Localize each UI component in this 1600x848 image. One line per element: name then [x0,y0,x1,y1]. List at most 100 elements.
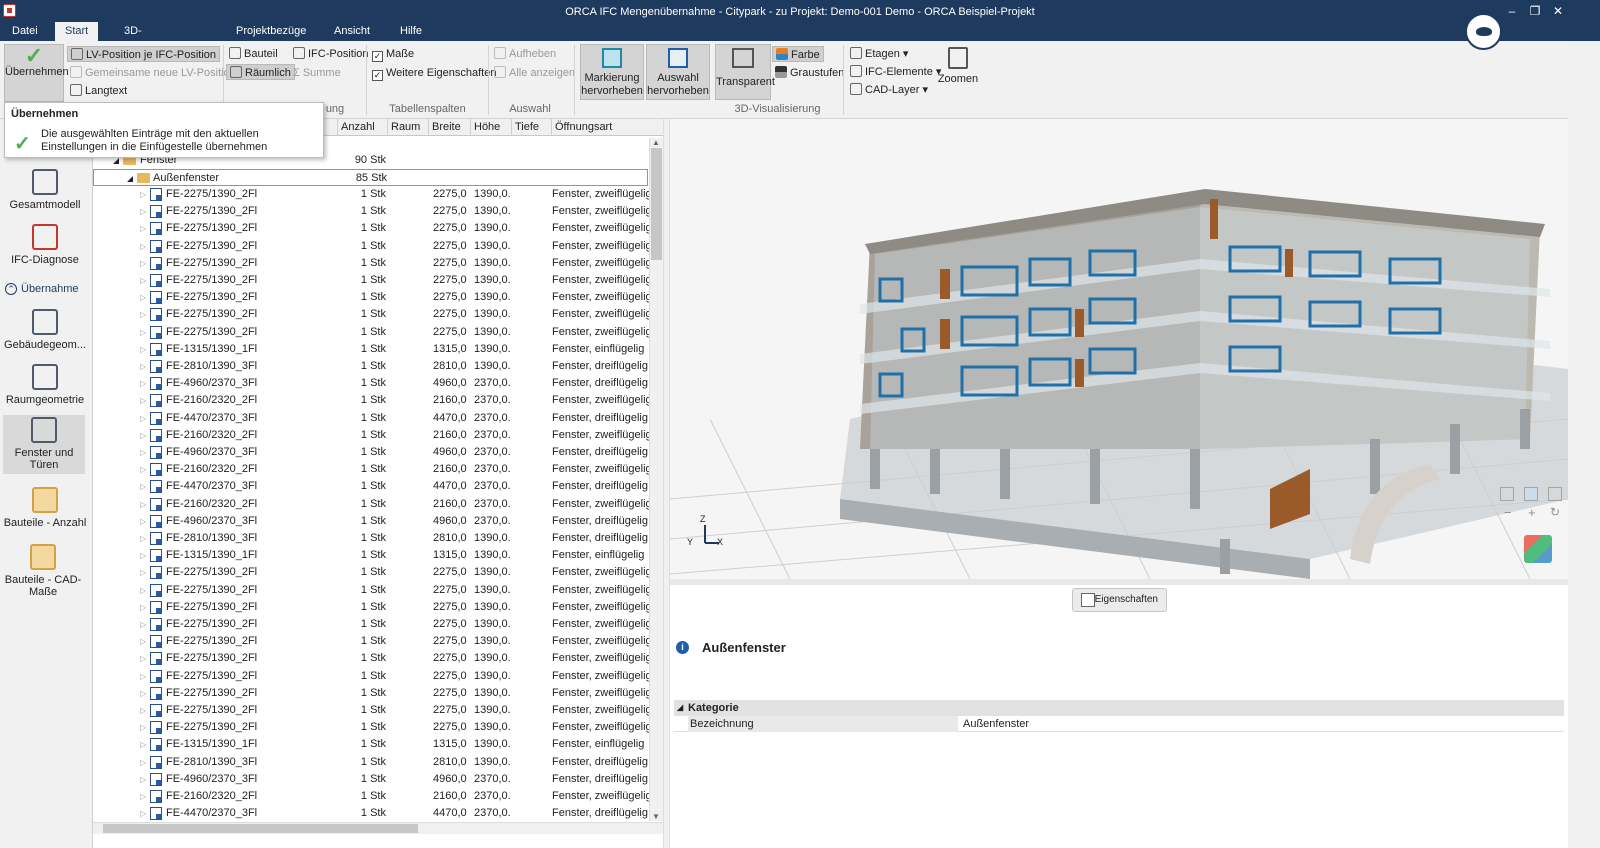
zoom-in-icon[interactable]: + [1528,505,1536,520]
scroll-thumb[interactable] [651,148,662,260]
close-icon[interactable]: ✕ [1549,4,1567,18]
table-row[interactable]: ▷ FE-2160/2320_2Fl 1 Stk 2160,0... 2370,0...… [93,392,652,409]
scroll-down-icon[interactable]: ▼ [652,812,660,821]
expand-icon[interactable]: ▷ [140,719,146,736]
expand-icon[interactable]: ▷ [140,220,146,237]
table-row[interactable]: ▷ FE-4960/2370_3Fl 1 Stk 4960,0... 2370,0...… [93,513,648,530]
table-row[interactable]: ▷ FE-2275/1390_2Fl 1 Stk 2275,0... 1390,0...… [93,306,652,323]
table-row[interactable]: ▷ FE-2275/1390_2Fl 1 Stk 2275,0... 1390,0...… [93,582,652,599]
table-row[interactable]: ▷ FE-2160/2320_2Fl 1 Stk 2160,0... 2370,0...… [93,788,652,805]
expand-icon[interactable]: ▷ [140,203,146,220]
expand-icon[interactable]: ▷ [140,289,146,306]
weitere-eigenschaften-checkbox[interactable]: ✓ Weitere Eigenschaften [372,65,496,81]
expand-icon[interactable]: ▷ [140,685,146,702]
table-row[interactable]: ▷ FE-2810/1390_3Fl 1 Stk 2810,0... 1390,0...… [93,530,648,547]
lv-position-button[interactable]: LV-Position je IFC-Position [67,46,221,62]
vertical-scrollbar[interactable]: ▲ ▼ [649,138,663,821]
col-oeffnungsart[interactable]: Öffnungsart [551,119,663,136]
scroll-up-icon[interactable]: ▲ [652,138,660,147]
zoomen-button[interactable]: Zoomen [937,44,979,94]
table-row[interactable]: ▷ FE-2275/1390_2Fl 1 Stk 2275,0... 1390,0...… [93,719,652,736]
horizontal-scrollbar[interactable] [93,822,663,834]
sidebar-item-bauteile-cad[interactable]: Bauteile - CAD-Maße [4,544,82,598]
sidebar-item-raumgeometrie[interactable]: Raumgeometrie [0,364,90,406]
table-row[interactable]: ▷ FE-2810/1390_3Fl 1 Stk 2810,0... 1390,0...… [93,358,648,375]
expand-icon[interactable]: ▷ [140,771,146,788]
expand-icon[interactable]: ▷ [140,306,146,323]
expand-icon[interactable]: ▷ [140,547,146,564]
col-hoehe[interactable]: Höhe [470,119,511,136]
markierung-hervorheben-button[interactable]: Markierung hervorheben [580,44,644,100]
masse-checkbox[interactable]: ✓ Maße [372,46,414,62]
view-cube-icon[interactable] [1524,535,1552,563]
expand-icon[interactable]: ▷ [140,754,146,771]
sidebar-item-bauteile-anzahl[interactable]: Bauteile - Anzahl [0,487,90,529]
table-row[interactable]: ▷ FE-2275/1390_2Fl 1 Stk 2275,0... 1390,0...… [93,255,652,272]
expand-icon[interactable]: ▷ [140,530,146,547]
expand-icon[interactable]: ▷ [140,788,146,805]
col-anzahl[interactable]: Anzahl [337,119,387,136]
expand-icon[interactable]: ▷ [140,633,146,650]
expand-icon[interactable]: ▷ [140,324,146,341]
transparent-button[interactable]: Transparent [715,44,775,100]
expand-icon[interactable]: ▷ [140,478,146,495]
scroll-thumb[interactable] [103,824,418,833]
expand-icon[interactable]: ▷ [140,582,146,599]
tab-ansicht[interactable]: Ansicht [324,22,380,41]
cad-layer-dropdown[interactable]: CAD-Layer ▾ [850,82,928,98]
collapse-icon[interactable]: ◢ [677,700,683,716]
aufheben-button[interactable]: Aufheben [494,46,556,62]
table-row[interactable]: ▷ FE-2275/1390_2Fl 1 Stk 2275,0... 1390,0...… [93,324,652,341]
rotate-icon[interactable]: ↻ [1550,505,1560,519]
sidebar-section-uebernahme[interactable]: ⌃ Übernahme [0,283,90,295]
expand-icon[interactable]: ▷ [140,461,146,478]
property-row[interactable]: Bezeichnung Außenfenster [674,716,1564,732]
gemeinsame-button[interactable]: Gemeinsame neue LV-Position [70,65,236,81]
ifc-position-button[interactable]: IFC-Position [293,46,369,62]
ifc-elemente-dropdown[interactable]: IFC-Elemente ▾ [850,64,941,80]
table-row[interactable]: ▷ FE-2160/2320_2Fl 1 Stk 2160,0... 2370,0...… [93,496,652,513]
table-row[interactable]: ▷ FE-2275/1390_2Fl 1 Stk 2275,0... 1390,0...… [93,272,652,289]
zoom-out-icon[interactable]: − [1504,505,1512,520]
table-row[interactable]: ▷ FE-2275/1390_2Fl 1 Stk 2275,0... 1390,0...… [93,220,652,237]
raeumlich-button[interactable]: Räumlich [226,64,295,80]
table-row[interactable]: ▷ FE-2160/2320_2Fl 1 Stk 2160,0... 2370,0...… [93,461,652,478]
table-row[interactable]: ▷ FE-4470/2370_3Fl 1 Stk 4470,0... 2370,0...… [93,478,648,495]
expand-icon[interactable]: ▷ [140,410,146,427]
sidebar-item-gebaeudegeometrie[interactable]: Gebäudegeom... [0,309,90,351]
table-row[interactable]: ▷ FE-2275/1390_2Fl 1 Stk 2275,0... 1390,0...… [93,702,652,719]
farbe-button[interactable]: Farbe [772,46,824,62]
expand-icon[interactable]: ▷ [140,375,146,392]
table-row[interactable]: ▷ FE-2275/1390_2Fl 1 Stk 2275,0... 1390,0...… [93,633,652,650]
expand-icon[interactable]: ▷ [140,616,146,633]
table-row[interactable]: ▷ FE-2275/1390_2Fl 1 Stk 2275,0... 1390,0...… [93,668,652,685]
expand-icon[interactable]: ▷ [140,564,146,581]
col-breite[interactable]: Breite [428,119,470,136]
expand-icon[interactable]: ▷ [140,736,146,753]
expand-icon[interactable]: ▷ [140,272,146,289]
sidebar-item-fenster-tueren[interactable]: Fenster und Türen [3,415,85,474]
sidebar-item-ifc-diagnose[interactable]: IFC-Diagnose [0,224,90,266]
table-row[interactable]: ▷ FE-2160/2320_2Fl 1 Stk 2160,0... 2370,0...… [93,427,652,444]
table-row[interactable]: ▷ FE-2810/1390_3Fl 1 Stk 2810,0... 1390,0...… [93,754,648,771]
col-tiefe[interactable]: Tiefe [511,119,551,136]
expand-icon[interactable]: ▷ [140,255,146,272]
category-row[interactable]: ◢ Kategorie [674,700,1564,716]
tab-projektbezuege[interactable]: Projektbezüge [226,22,316,41]
view-side-icon[interactable] [1548,487,1562,501]
auswahl-hervorheben-button[interactable]: Auswahl hervorheben [646,44,710,100]
table-row[interactable]: ▷ FE-2275/1390_2Fl 1 Stk 2275,0... 1390,0...… [93,616,652,633]
vertical-splitter[interactable] [663,119,670,848]
graustufen-button[interactable]: Graustufen [775,65,844,81]
expand-icon[interactable]: ▷ [140,496,146,513]
expand-icon[interactable]: ▷ [140,805,146,822]
table-row[interactable]: ▷ FE-2275/1390_2Fl 1 Stk 2275,0... 1390,0...… [93,564,652,581]
expand-icon[interactable]: ▷ [140,599,146,616]
expand-icon[interactable]: ▷ [140,358,146,375]
table-row[interactable]: ▷ FE-2275/1390_2Fl 1 Stk 2275,0... 1390,0...… [93,186,652,203]
tab-3d-visualisierung[interactable]: 3D-Visualisierung [114,22,202,56]
group-row-aussenfenster[interactable]: ◢ Außenfenster 85 Stk [93,169,648,186]
uebernehmen-button[interactable]: ✓ Übernehmen [4,44,69,102]
tab-start[interactable]: Start [55,22,99,41]
table-row[interactable]: ▷ FE-4470/2370_3Fl 1 Stk 4470,0... 2370,0...… [93,410,648,427]
